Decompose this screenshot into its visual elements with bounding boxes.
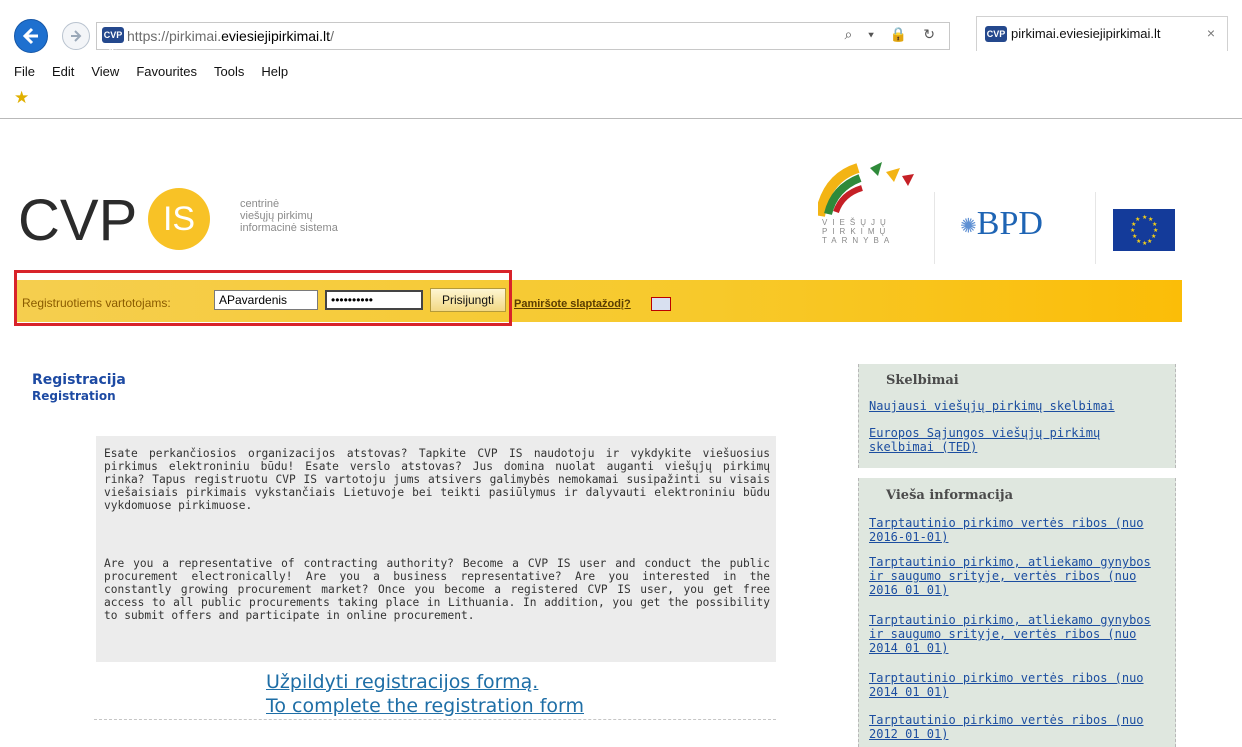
bpd-logo: ✺BPD [960,205,1043,242]
logo-divider [934,192,935,264]
cvp-logo-text: CVP [18,190,137,250]
uk-flag-icon[interactable] [651,297,671,311]
registration-subtitle[interactable]: Registration [32,389,116,403]
arrow-left-icon [22,27,38,45]
site-favicon-icon: CVP IS [102,27,124,56]
info-link[interactable]: Tarptautinio pirkimo, atliekamo gynybos … [869,555,1169,597]
skelbimai-link[interactable]: Europos Sąjungos viešųjų pirkimų skelbim… [869,426,1169,454]
back-button[interactable] [14,19,48,53]
address-bar-icons[interactable]: ⌕ ▾ 🔒 ↻ [844,26,941,43]
registration-title[interactable]: Registracija [32,372,126,388]
menu-view[interactable]: View [91,64,119,79]
info-link[interactable]: Tarptautinio pirkimo, atliekamo gynybos … [869,613,1169,655]
divider [94,719,776,720]
svg-text:★: ★ [1135,216,1140,223]
registration-text-en: Are you a representative of contracting … [104,557,770,622]
skelbimai-title: Skelbimai [886,373,959,388]
arrow-right-icon [71,30,82,42]
skelbimai-panel: Skelbimai Naujausi viešųjų pirkimų skelb… [858,364,1176,468]
registration-form-link[interactable]: Užpildyti registracijos formą. To comple… [266,670,584,718]
info-link[interactable]: Tarptautinio pirkimo vertės ribos (nuo 2… [869,671,1169,699]
address-bar[interactable]: CVP IS https://pirkimai.eviesiejipirkima… [96,22,950,56]
tab-favicon-icon: CVP IS [985,26,1007,55]
forgot-password-link[interactable]: Pamiršote slaptažodį? [514,298,631,310]
vpt-logo-letters: VIEŠŲJŲ PIRKIMŲ TARNYBA [822,218,895,245]
forward-button[interactable] [62,22,90,50]
svg-text:★: ★ [1132,233,1137,240]
is-logo-circle: IS [148,188,210,250]
password-input[interactable] [325,290,423,310]
info-link[interactable]: Tarptautinio pirkimo vertės ribos (nuo 2… [869,713,1169,741]
browser-chrome: CVP IS https://pirkimai.eviesiejipirkima… [0,0,1242,119]
username-input[interactable] [214,290,318,310]
info-panel: Vieša informacija Tarptautinio pirkimo v… [858,478,1176,747]
skelbimai-link[interactable]: Naujausi viešųjų pirkimų skelbimai [869,399,1169,413]
menu-favourites[interactable]: Favourites [136,64,197,79]
url-text[interactable]: https://pirkimai.eviesiejipirkimai.lt/ [127,28,334,44]
tab-title: pirkimai.eviesiejipirkimai.lt [1011,26,1161,41]
menu-tools[interactable]: Tools [214,64,244,79]
menu-help[interactable]: Help [261,64,288,79]
bpd-emblem-icon: ✺ [960,215,977,238]
cvp-logo: CVP [18,190,137,250]
svg-text:★: ★ [1142,214,1147,221]
info-link[interactable]: Tarptautinio pirkimo vertės ribos (nuo 2… [869,516,1169,544]
logo-divider [1095,192,1096,264]
registration-text-lt: Esate perkančiosios organizacijos atstov… [104,447,770,512]
favourites-star-icon[interactable]: ★ [14,88,29,108]
browser-tab[interactable]: CVP IS pirkimai.eviesiejipirkimai.lt × [976,16,1228,55]
login-label: Registruotiems vartotojams: [22,296,171,310]
menu-edit[interactable]: Edit [52,64,74,79]
tab-close-icon[interactable]: × [1207,25,1215,41]
info-title: Vieša informacija [886,488,1013,503]
logo-tagline: centrinė viešųjų pirkimų informacinė sis… [240,198,338,234]
menu-bar: File Edit View Favourites Tools Help [14,64,305,79]
login-button[interactable]: Prisijungti [430,288,506,312]
vpt-logo [818,162,914,217]
eu-flag-icon: ★ ★★★ ★★★★ ★★★★ [1113,209,1175,251]
svg-text:★: ★ [1142,240,1147,247]
svg-text:★: ★ [1147,238,1152,245]
menu-file[interactable]: File [14,64,35,79]
svg-text:★: ★ [1130,227,1135,234]
